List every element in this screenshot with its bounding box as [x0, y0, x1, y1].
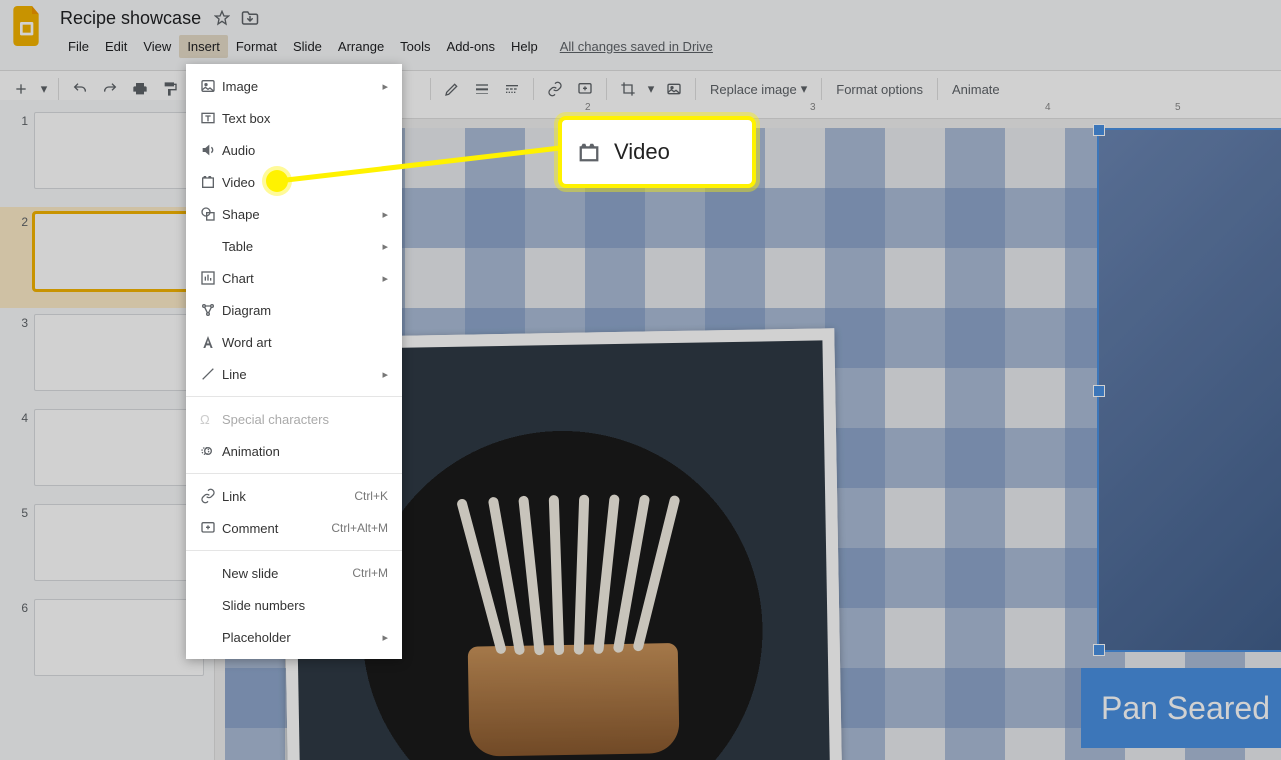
insert-chart[interactable]: Chart▸: [186, 262, 402, 294]
header: Recipe showcase File Edit View Insert Fo…: [0, 0, 1281, 70]
shape-icon: [200, 206, 222, 222]
omega-icon: Ω: [200, 412, 222, 427]
animate-button[interactable]: Animate: [944, 82, 1008, 97]
insert-new-slide[interactable]: New slideCtrl+M: [186, 557, 402, 589]
audio-icon: [200, 142, 222, 158]
paint-format-button[interactable]: [156, 75, 184, 103]
insert-line[interactable]: Line▸: [186, 358, 402, 390]
insert-image[interactable]: Image▸: [186, 70, 402, 102]
slides-logo[interactable]: [8, 6, 48, 46]
line-icon: [200, 366, 222, 382]
print-button[interactable]: [126, 75, 154, 103]
resize-handle[interactable]: [1093, 385, 1105, 397]
menu-addons[interactable]: Add-ons: [439, 35, 503, 58]
menu-edit[interactable]: Edit: [97, 35, 135, 58]
undo-button[interactable]: [66, 75, 94, 103]
reset-image-button[interactable]: [660, 75, 688, 103]
menu-slide[interactable]: Slide: [285, 35, 330, 58]
slide-thumb[interactable]: 4: [10, 409, 204, 486]
insert-comment-button[interactable]: [571, 75, 599, 103]
insert-wordart[interactable]: Word art: [186, 326, 402, 358]
resize-handle[interactable]: [1093, 644, 1105, 656]
insert-comment[interactable]: CommentCtrl+Alt+M: [186, 512, 402, 544]
comment-icon: [200, 520, 222, 536]
slide-thumb[interactable]: 5: [10, 504, 204, 581]
menu-arrange[interactable]: Arrange: [330, 35, 392, 58]
insert-animation[interactable]: Animation: [186, 435, 402, 467]
callout-label: Video: [614, 139, 670, 165]
title-block: Recipe showcase File Edit View Insert Fo…: [60, 6, 713, 58]
menu-format[interactable]: Format: [228, 35, 285, 58]
insert-menu: Image▸ Text box Audio Video Shape▸ Table…: [186, 64, 402, 659]
insert-table[interactable]: Table▸: [186, 230, 402, 262]
insert-textbox[interactable]: Text box: [186, 102, 402, 134]
slide-panel[interactable]: 1 2 3 4 5 6: [0, 100, 215, 760]
crop-button[interactable]: [614, 75, 642, 103]
insert-diagram[interactable]: Diagram: [186, 294, 402, 326]
border-color-button[interactable]: [438, 75, 466, 103]
border-weight-button[interactable]: [468, 75, 496, 103]
insert-shape[interactable]: Shape▸: [186, 198, 402, 230]
menubar: File Edit View Insert Format Slide Arran…: [60, 34, 713, 58]
redo-button[interactable]: [96, 75, 124, 103]
insert-audio[interactable]: Audio: [186, 134, 402, 166]
menu-tools[interactable]: Tools: [392, 35, 438, 58]
highlight-dot: [266, 170, 288, 192]
textbox-icon: [200, 110, 222, 126]
slide-thumb[interactable]: 2: [0, 207, 214, 308]
star-icon[interactable]: [213, 9, 231, 27]
menu-insert[interactable]: Insert: [179, 35, 228, 58]
insert-link-button[interactable]: [541, 75, 569, 103]
app-root: Recipe showcase File Edit View Insert Fo…: [0, 0, 1281, 760]
diagram-icon: [200, 302, 222, 318]
video-callout: Video: [558, 116, 756, 188]
new-slide-dropdown[interactable]: ▾: [37, 75, 51, 103]
insert-placeholder[interactable]: Placeholder▸: [186, 621, 402, 653]
animation-icon: [200, 443, 222, 459]
save-status[interactable]: All changes saved in Drive: [560, 39, 713, 54]
slide-thumb[interactable]: 3: [10, 314, 204, 391]
wordart-icon: [200, 334, 222, 350]
insert-link[interactable]: LinkCtrl+K: [186, 480, 402, 512]
video-icon: [578, 141, 600, 163]
insert-slide-numbers[interactable]: Slide numbers: [186, 589, 402, 621]
document-title[interactable]: Recipe showcase: [60, 8, 201, 29]
slide-thumb[interactable]: 6: [10, 599, 204, 676]
link-icon: [200, 488, 222, 504]
resize-handle[interactable]: [1093, 124, 1105, 136]
video-icon: [200, 174, 222, 190]
insert-special-chars: Ω Special characters: [186, 403, 402, 435]
image-icon: [200, 78, 222, 94]
selected-image[interactable]: [1097, 128, 1281, 652]
move-icon[interactable]: [241, 9, 259, 27]
caption-box[interactable]: Pan Seared: [1081, 668, 1281, 748]
chart-icon: [200, 270, 222, 286]
menu-file[interactable]: File: [60, 35, 97, 58]
new-slide-button[interactable]: [7, 75, 35, 103]
slide-thumb[interactable]: 1: [10, 112, 204, 189]
format-options-button[interactable]: Format options: [828, 82, 931, 97]
insert-video[interactable]: Video: [186, 166, 402, 198]
menu-view[interactable]: View: [135, 35, 179, 58]
border-dash-button[interactable]: [498, 75, 526, 103]
replace-image-button[interactable]: Replace image▾: [702, 81, 815, 97]
crop-dropdown[interactable]: ▾: [644, 75, 658, 103]
menu-help[interactable]: Help: [503, 35, 546, 58]
